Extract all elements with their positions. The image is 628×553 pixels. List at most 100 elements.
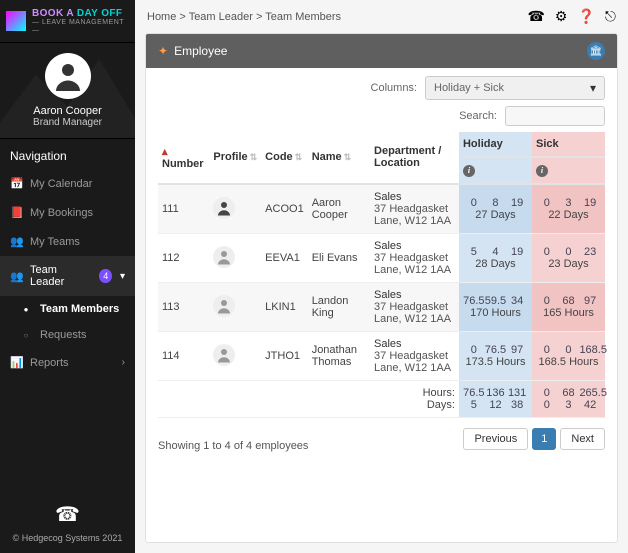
- col-code[interactable]: Code⇅: [261, 132, 308, 184]
- cell-profile: [209, 331, 261, 380]
- col-group-holiday: Holiday: [459, 132, 532, 157]
- gear-icon[interactable]: ⚙: [555, 8, 568, 25]
- search-label: Search:: [459, 110, 497, 122]
- cell-holiday: 076.597173.5 Hours: [459, 331, 532, 380]
- bank-icon[interactable]: 🏛: [587, 42, 605, 60]
- col-group-sick: Sick: [532, 132, 605, 157]
- nav-my-bookings[interactable]: 📕 My Bookings: [0, 198, 135, 227]
- crumb-team-leader[interactable]: Team Leader: [189, 11, 253, 23]
- cell-code: ACOO1: [261, 184, 308, 234]
- cell-dept: Sales37 Headgasket Lane, W12 1AA: [370, 233, 459, 282]
- cell-code: EEVA1: [261, 233, 308, 282]
- avatar: [45, 53, 91, 99]
- logout-icon[interactable]: ⎋: [605, 8, 616, 25]
- logo[interactable]: BOOK A DAY OFF — LEAVE MANAGEMENT —: [0, 0, 135, 43]
- chevron-right-icon: ›: [122, 357, 125, 368]
- logo-text-a: BOOK A: [32, 8, 77, 19]
- users-icon: 👥: [10, 270, 22, 283]
- cell-sick: 00168.5168.5 Hours: [532, 331, 605, 380]
- crumb-team-members: Team Members: [265, 11, 341, 23]
- showing-text: Showing 1 to 4 of 4 employees: [158, 440, 308, 452]
- employee-table: ▴ Number Profile⇅ Code⇅ Name⇅ Department…: [158, 132, 605, 418]
- cell-name: Landon King: [308, 282, 370, 331]
- table-row[interactable]: 111 ACOO1Aaron CooperSales37 Headgasket L…: [158, 184, 605, 234]
- cell-number: 113: [158, 282, 209, 331]
- col-profile[interactable]: Profile⇅: [209, 132, 261, 184]
- nav-label: Team Leader: [30, 264, 87, 288]
- phone-icon[interactable]: ☎: [0, 502, 135, 527]
- panel-title: Employee: [174, 44, 227, 58]
- avatar-icon: [213, 295, 235, 317]
- nav-sub-label: Requests: [40, 329, 86, 341]
- nav-team-leader[interactable]: 👥 Team Leader 4 ▾: [0, 256, 135, 296]
- cell-dept: Sales37 Headgasket Lane, W12 1AA: [370, 331, 459, 380]
- cell-name: Aaron Cooper: [308, 184, 370, 234]
- pager-prev[interactable]: Previous: [463, 428, 528, 450]
- nav-label: Reports: [30, 357, 69, 369]
- panel-header: ✦ Employee 🏛: [146, 34, 617, 68]
- avatar-icon: [213, 246, 235, 268]
- logo-subtext: — LEAVE MANAGEMENT —: [32, 19, 129, 34]
- spark-icon: ✦: [158, 44, 168, 58]
- table-row[interactable]: 114JTHO1Jonathan ThomasSales37 Headgaske…: [158, 331, 605, 380]
- cell-sick: 06897165 Hours: [532, 282, 605, 331]
- nav-team-members[interactable]: Team Members: [10, 296, 135, 322]
- profile-name: Aaron Cooper: [0, 105, 135, 117]
- pager-next[interactable]: Next: [560, 428, 605, 450]
- logo-icon: [6, 11, 26, 31]
- copyright: © Hedgecog Systems 2021: [0, 533, 135, 543]
- columns-value: Holiday + Sick: [434, 82, 504, 94]
- cell-sick: 031922 Days: [532, 184, 605, 234]
- profile-role: Brand Manager: [0, 117, 135, 128]
- info-sick[interactable]: i: [532, 157, 605, 184]
- cell-number: 111: [158, 184, 209, 234]
- cell-dept: Sales37 Headgasket Lane, W12 1AA: [370, 282, 459, 331]
- nav-heading: Navigation: [0, 139, 135, 169]
- cell-name: Eli Evans: [308, 233, 370, 282]
- table-row[interactable]: 113 LKIN1Landon KingSales37 Headgasket La…: [158, 282, 605, 331]
- totals-hours-label: Hours:: [423, 387, 455, 399]
- table-row[interactable]: 112 EEVA1Eli EvansSales37 Headgasket Lane…: [158, 233, 605, 282]
- info-holiday[interactable]: i: [459, 157, 532, 184]
- cell-number: 112: [158, 233, 209, 282]
- avatar-icon: [213, 197, 235, 219]
- cell-holiday: 541928 Days: [459, 233, 532, 282]
- nav-requests[interactable]: Requests: [10, 322, 135, 348]
- book-icon: 📕: [10, 206, 22, 219]
- totals-days-label: Days:: [427, 399, 455, 411]
- columns-label: Columns:: [371, 82, 417, 94]
- chevron-down-icon: ▾: [120, 271, 125, 282]
- phone-icon[interactable]: ☎: [527, 8, 544, 25]
- pager-page-1[interactable]: 1: [532, 428, 556, 450]
- nav-my-teams[interactable]: 👥 My Teams: [0, 227, 135, 256]
- search-input[interactable]: [505, 106, 605, 126]
- cell-name: Jonathan Thomas: [308, 331, 370, 380]
- columns-select[interactable]: Holiday + Sick: [425, 76, 605, 100]
- profile-card[interactable]: Aaron Cooper Brand Manager: [0, 43, 135, 139]
- help-icon[interactable]: ❓: [577, 8, 594, 25]
- nav-label: My Teams: [30, 236, 80, 248]
- calendar-icon: 📅: [10, 177, 22, 190]
- nav-reports[interactable]: 📊 Reports ›: [0, 348, 135, 377]
- cell-code: LKIN1: [261, 282, 308, 331]
- cell-code: JTHO1: [261, 331, 308, 380]
- cell-holiday: 081927 Days: [459, 184, 532, 234]
- cell-sick: 002323 Days: [532, 233, 605, 282]
- cell-profile: [209, 233, 261, 282]
- cell-profile: [209, 184, 261, 234]
- logo-text-b: DAY OFF: [77, 8, 123, 19]
- cell-profile: [209, 282, 261, 331]
- nav-sub-label: Team Members: [40, 303, 119, 315]
- col-name[interactable]: Name⇅: [308, 132, 370, 184]
- nav-label: My Calendar: [30, 178, 92, 190]
- nav-label: My Bookings: [30, 207, 93, 219]
- breadcrumb[interactable]: Home > Team Leader > Team Members: [147, 11, 517, 23]
- cell-holiday: 76.559.534170 Hours: [459, 282, 532, 331]
- crumb-home[interactable]: Home: [147, 11, 176, 23]
- nav-my-calendar[interactable]: 📅 My Calendar: [0, 169, 135, 198]
- cell-dept: Sales37 Headgasket Lane, W12 1AA: [370, 184, 459, 234]
- chart-icon: 📊: [10, 356, 22, 369]
- col-dept[interactable]: Department / Location: [370, 132, 459, 184]
- col-number[interactable]: ▴ Number: [158, 132, 209, 184]
- users-icon: 👥: [10, 235, 22, 248]
